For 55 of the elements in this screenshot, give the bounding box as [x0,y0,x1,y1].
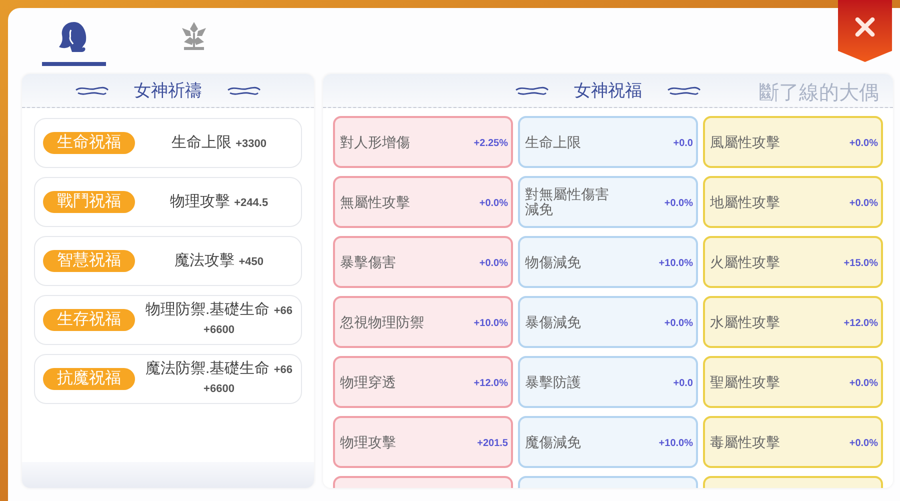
stat-text: 魔法防禦.基礎生命 +66 +6600 [144,360,294,397]
stat-text: 魔法攻擊 +450 [174,252,264,270]
stat-label: 物理穿透 [340,374,397,390]
section-title: 女神祝福 [574,80,642,102]
emblem-icon [179,20,209,52]
close-button[interactable] [838,0,892,62]
stat-label: 暴擊防護 [525,374,582,390]
stat-value: +15.0% [844,257,878,271]
stat-label: 對無屬性傷害減免 [525,187,610,217]
section-title: 女神祈禱 [134,80,202,102]
blessing-badge: 智慧祝福 [43,250,135,272]
stat-value: +0.0 [673,377,693,391]
stat-value: +201.5 [477,437,508,451]
stat-value: +2.25% [474,137,508,151]
stat-value: +10.0% [474,317,508,331]
stat-label: 聖屬性攻擊 [710,374,781,390]
stat-label: 毒屬性攻擊 [710,434,781,450]
stat-label: 生命上限 [525,134,582,150]
stat-value: +0.0% [479,257,508,271]
overlay-name-text: 斷了線的大偶 [759,81,879,106]
blessing-badge: 生命祝福 [43,132,135,154]
stat-label: 風屬性攻擊 [710,134,781,150]
stat-value: +0.0% [849,137,878,151]
stat-label: 暴擊傷害 [340,254,397,270]
stat-label: 火屬性攻擊 [710,254,781,270]
swirl-ornament-icon [226,84,262,96]
stat-label: 魔傷減免 [525,434,582,450]
stat-value: +10.0% [658,257,693,271]
stat-value: +0.0% [849,377,878,391]
stat-label: 物理攻擊 [340,434,397,450]
stat-label: 無屬性攻擊 [340,194,411,210]
stat-label: 暴傷減免 [525,314,582,330]
stat-value: +0.0% [849,437,878,451]
blessing-badge: 戰鬥祝福 [43,191,135,213]
stat-value: +0.0% [664,197,693,211]
swirl-ornament-icon [74,84,110,96]
stat-label: 物傷減免 [525,254,582,270]
swirl-ornament-icon [514,84,550,96]
stat-value: +10.0% [658,437,693,451]
blessing-badge: 生存祝福 [43,309,135,331]
stat-value: +0.0% [664,317,693,331]
stat-value: +0.0% [479,197,508,211]
stat-value: +12.0% [844,317,878,331]
stat-label: 水屬性攻擊 [710,314,781,330]
swirl-ornament-icon [666,84,702,96]
stat-label: 忽視物理防禦 [340,314,425,330]
stat-value: +0.0 [673,137,693,151]
stat-text: 生命上限 +3300 [170,134,268,152]
stat-label: 對人形增傷 [340,134,411,150]
blessing-badge: 抗魔祝福 [43,368,135,390]
stat-text: 物理防禦.基礎生命 +66 +6600 [144,301,294,338]
stat-value: +12.0% [474,377,508,391]
stat-label: 地屬性攻擊 [710,194,781,210]
stat-value: +0.0% [849,197,878,211]
stat-text: 物理攻擊 +244.5 [168,192,270,212]
